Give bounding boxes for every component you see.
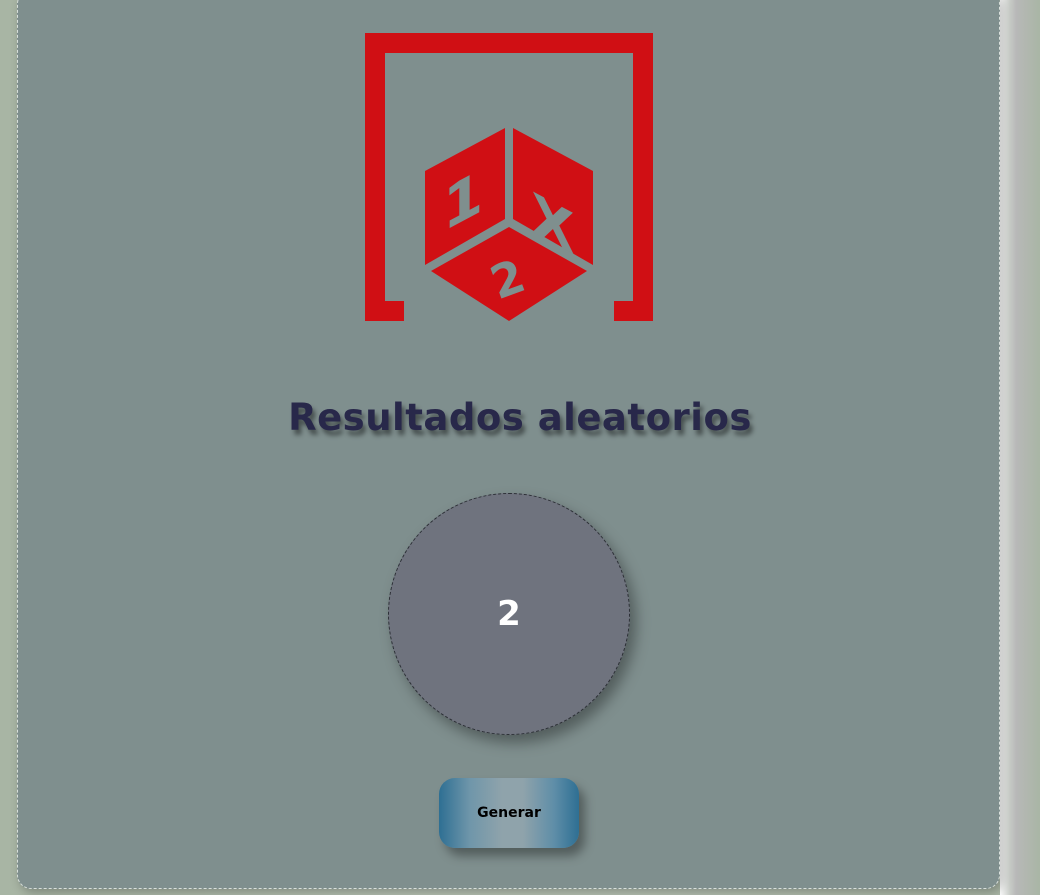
- page-title: Resultados aleatorios: [288, 396, 752, 439]
- dice-1x2-logo-icon: 1 X 2: [365, 33, 653, 321]
- result-value: 2: [497, 594, 521, 634]
- generate-button[interactable]: Generar: [439, 778, 579, 848]
- background-shade: [1000, 0, 1040, 895]
- result-display: 2: [388, 493, 630, 735]
